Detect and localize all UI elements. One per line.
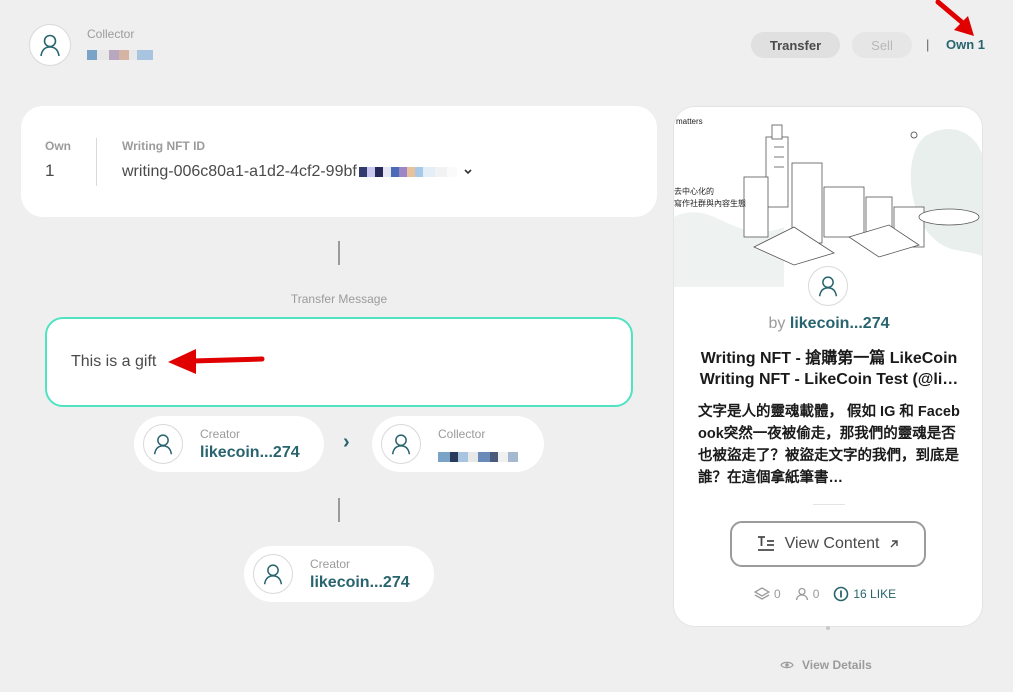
from-name: likecoin...274 xyxy=(200,444,300,461)
from-caption: Creator xyxy=(200,427,241,441)
from-creator-chip[interactable]: Creator likecoin...274 xyxy=(134,416,324,472)
cover-text-1: 去中心化的 xyxy=(674,187,714,196)
transfer-button[interactable]: Transfer xyxy=(751,32,840,58)
history-caption: Creator xyxy=(310,557,351,571)
user-icon xyxy=(818,276,838,297)
layers-count: 0 xyxy=(774,587,781,601)
user-icon xyxy=(153,434,173,455)
external-link-icon xyxy=(890,540,899,548)
user-icon xyxy=(391,434,411,455)
history-creator-avatar xyxy=(253,554,293,594)
annotation-arrow-left-icon xyxy=(168,349,265,374)
transfer-message-box[interactable]: This is a gift xyxy=(45,317,633,407)
card-divider xyxy=(96,138,97,186)
nft-title: Writing NFT - 搶購第一篇 LikeCoin Writing NFT… xyxy=(699,350,959,388)
collector-address-redacted xyxy=(87,46,153,64)
transfer-direction-arrow: › xyxy=(343,431,350,453)
by-prefix: by xyxy=(768,315,786,332)
nft-id-select[interactable]: writing-006c80a1-a1d2-4cf2-99bf xyxy=(122,161,473,183)
user-icon xyxy=(40,34,60,57)
collectors-count: 0 xyxy=(812,587,820,601)
nft-stats: 0 0 16 LIKE xyxy=(754,584,896,604)
view-details-label: View Details xyxy=(802,658,872,672)
author-avatar[interactable] xyxy=(808,266,848,306)
like-coin-icon xyxy=(834,586,849,602)
nft-preview-card[interactable]: matters 去中心化的 寫作社群與內容生態 by likecoin...27… xyxy=(673,106,983,627)
nft-id-value: writing-006c80a1-a1d2-4cf2-99bf xyxy=(122,163,357,180)
ownership-card: Own 1 Writing NFT ID writing-006c80a1-a1… xyxy=(21,106,657,217)
history-creator-chip[interactable]: Creator likecoin...274 xyxy=(244,546,434,602)
nft-cover-image: matters 去中心化的 寫作社群與內容生態 xyxy=(674,107,982,287)
timeline-connector xyxy=(338,241,340,265)
user-icon xyxy=(263,564,283,585)
nft-id-redacted xyxy=(358,167,457,177)
collector-label: Collector xyxy=(87,27,135,41)
pagination-dot xyxy=(826,626,830,630)
to-collector-chip[interactable]: Collector xyxy=(372,416,544,472)
chevron-down-icon xyxy=(463,163,473,181)
cover-text-2: 寫作社群與內容生態 xyxy=(674,199,746,208)
own-value: 1 xyxy=(45,161,55,180)
view-content-label: View Content xyxy=(784,535,880,552)
transfer-message-label: Transfer Message xyxy=(290,292,388,306)
text-content-icon xyxy=(757,536,774,551)
nft-description: 文字是人的靈魂載體， 假如 IG 和 Facebook突然一夜被偷走，那我們的靈… xyxy=(698,404,960,486)
author-line: by likecoin...274 xyxy=(674,315,982,333)
collector-chip-avatar xyxy=(381,424,421,464)
own-label: Own xyxy=(45,139,71,153)
eye-icon xyxy=(780,661,794,669)
collector-avatar[interactable] xyxy=(29,24,71,66)
collectors-icon xyxy=(795,587,808,601)
author-name[interactable]: likecoin...274 xyxy=(790,315,890,332)
layers-icon xyxy=(754,587,770,600)
description-divider xyxy=(813,504,845,505)
view-details-link[interactable]: View Details xyxy=(780,657,872,673)
annotation-arrow-icon xyxy=(935,0,974,36)
history-name: likecoin...274 xyxy=(310,574,410,591)
likes-count: 16 LIKE xyxy=(853,587,897,601)
view-content-button[interactable]: View Content xyxy=(730,521,926,567)
to-address-redacted xyxy=(438,448,518,466)
history-connector xyxy=(338,498,340,522)
to-caption: Collector xyxy=(438,427,486,441)
nft-id-label: Writing NFT ID xyxy=(122,139,206,153)
sell-button[interactable]: Sell xyxy=(852,32,912,58)
creator-avatar xyxy=(143,424,183,464)
cover-brand: matters xyxy=(676,117,703,126)
header-separator: | xyxy=(926,37,930,52)
transfer-message-text: This is a gift xyxy=(71,353,157,370)
